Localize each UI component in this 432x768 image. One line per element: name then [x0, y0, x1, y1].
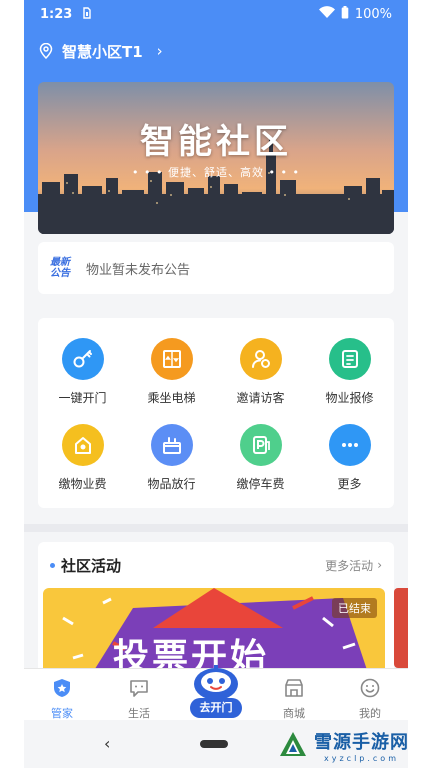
location-pin-icon [39, 43, 53, 59]
tab-butler[interactable]: 管家 [27, 669, 97, 721]
notice-badge: 最新 公告 [50, 257, 76, 279]
notice-badge-line2: 公告 [50, 268, 70, 279]
service-label: 缴停车费 [236, 477, 285, 491]
service-grid: 一键开门 乘坐电梯 邀请访客 物业报修 缴物业费 物品放行 缴停车费 更多 [38, 318, 394, 508]
elevator-icon [150, 338, 193, 380]
activity-title: 社区活动 [61, 556, 122, 575]
tab-label: 管家 [51, 707, 73, 720]
service-label: 乘坐电梯 [147, 391, 196, 405]
visitor-icon [239, 338, 282, 380]
next-poster-peek[interactable] [394, 588, 408, 668]
notice-badge-line1: 最新 [50, 257, 70, 268]
shield-icon [54, 679, 70, 697]
service-label: 缴物业费 [58, 477, 107, 491]
banner-subtitle: • • • 便捷、舒适、高效 • • • [132, 166, 300, 179]
watermark-text: 雪源手游网 xyzclp.com [314, 728, 409, 763]
site-watermark: 雪源手游网 xyzclp.com [278, 722, 432, 768]
robot-icon [194, 665, 238, 700]
watermark-main: 雪源手游网 [314, 731, 409, 753]
status-time: 1:23 [40, 6, 73, 22]
tab-mall[interactable]: 商城 [259, 669, 329, 721]
wifi-icon [318, 6, 335, 22]
service-parking-fee[interactable]: 缴停车费 [216, 424, 305, 504]
open-door-label: 去开门 [190, 698, 242, 718]
tab-label: 我的 [359, 707, 381, 720]
tab-label: 商城 [283, 707, 305, 720]
service-more[interactable]: 更多 [305, 424, 394, 504]
app-screen: 1:23 100% 智慧小区T1 › 智能社区 • • • 便捷、舒适、高效 •… [24, 0, 408, 768]
service-label: 一键开门 [58, 391, 107, 405]
community-name: 智慧小区T1 [62, 42, 143, 61]
service-item-release[interactable]: 物品放行 [127, 424, 216, 504]
watermark-logo-icon [280, 732, 306, 756]
package-icon [150, 424, 193, 466]
tab-me[interactable]: 我的 [335, 669, 405, 721]
watermark-sub: xyzclp.com [324, 753, 399, 763]
parking-icon [239, 424, 282, 466]
battery-icon [341, 5, 349, 23]
service-label: 物品放行 [147, 477, 196, 491]
community-selector[interactable]: 智慧小区T1 › [38, 36, 163, 66]
open-door-button[interactable]: 去开门 [188, 662, 244, 718]
service-one-click-open[interactable]: 一键开门 [38, 338, 127, 418]
tab-label: 生活 [128, 707, 150, 720]
chevron-right-icon: › [377, 558, 382, 572]
service-label: 更多 [337, 477, 362, 491]
more-activities-link[interactable]: 更多活动 [325, 557, 373, 574]
notice-text: 物业暂未发布公告 [86, 262, 191, 278]
service-label: 物业报修 [325, 391, 374, 405]
service-label: 邀请访客 [236, 391, 285, 405]
activity-status-badge: 已结束 [332, 598, 377, 618]
section-divider [24, 524, 408, 532]
repair-icon [328, 338, 371, 380]
banner-title: 智能社区 [140, 122, 292, 162]
chevron-right-icon: › [156, 42, 163, 60]
status-right: 100% [318, 5, 392, 23]
house-fee-icon [61, 424, 104, 466]
chat-icon [130, 680, 148, 697]
more-icon [328, 424, 371, 466]
sim-icon [82, 6, 92, 22]
tab-life[interactable]: 生活 [104, 669, 174, 721]
activity-section: 社区活动 更多活动 › 已结束 投票开始 [38, 542, 394, 682]
title-dot [50, 562, 55, 568]
store-icon [285, 679, 303, 697]
battery-level: 100% [354, 6, 392, 22]
service-property-fee[interactable]: 缴物业费 [38, 424, 127, 504]
key-icon [61, 338, 104, 380]
status-bar: 1:23 100% [24, 0, 408, 28]
notice-bar[interactable]: 最新 公告 物业暂未发布公告 [38, 242, 394, 294]
back-icon[interactable]: ‹ [104, 734, 110, 753]
smile-icon [360, 678, 380, 698]
service-invite-visitor[interactable]: 邀请访客 [216, 338, 305, 418]
service-elevator[interactable]: 乘坐电梯 [127, 338, 216, 418]
service-repair[interactable]: 物业报修 [305, 338, 394, 418]
activity-header: 社区活动 更多活动 › [50, 554, 382, 576]
promo-banner[interactable]: 智能社区 • • • 便捷、舒适、高效 • • • [38, 82, 394, 234]
home-pill[interactable] [200, 740, 228, 748]
